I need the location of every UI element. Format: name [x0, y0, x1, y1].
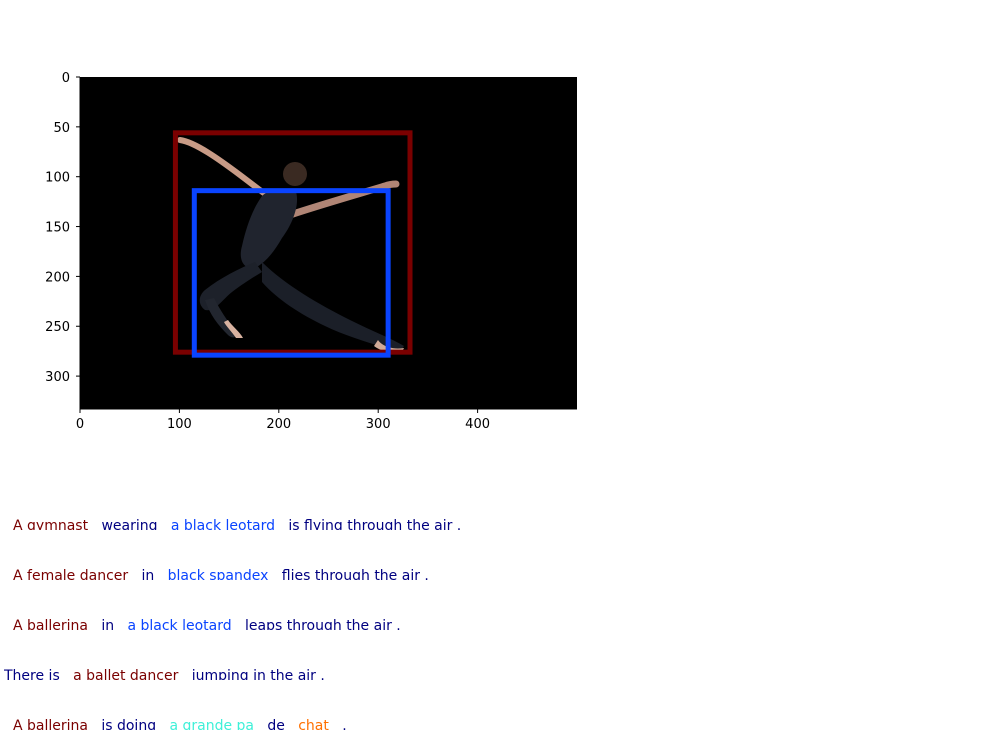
caption-segment: leaps through the air . [245, 618, 401, 630]
caption-segment: a black leotard [127, 618, 232, 630]
caption-segment: in [101, 618, 115, 630]
caption-segment: chat [298, 718, 329, 730]
caption-line-5: A ballerina is doing a grande pa de chat… [13, 718, 347, 730]
caption-segment: . [342, 718, 347, 730]
caption-line-4: There is a ballet dancer jumping in the … [4, 668, 325, 680]
caption-line-1: A gymnast wearing a black leotard is fly… [13, 518, 461, 530]
caption-segment: A ballerina [13, 718, 88, 730]
caption-segment: is doing [101, 718, 157, 730]
caption-segment: a ballet dancer [73, 668, 179, 680]
caption-segment: A female dancer [13, 568, 129, 580]
caption-segment: black spandex [167, 568, 269, 580]
caption-list: A gymnast wearing a black leotard is fly… [0, 0, 1000, 730]
caption-line-3: A ballerina in a black leotard leaps thr… [13, 618, 401, 630]
caption-segment: a black leotard [170, 518, 276, 530]
caption-segment: There is [4, 668, 60, 680]
caption-segment: flies through the air . [281, 568, 429, 580]
caption-segment: in [141, 568, 155, 580]
caption-segment: de [267, 718, 285, 730]
caption-segment: is flying through the air . [288, 518, 462, 530]
caption-segment: wearing [101, 518, 158, 530]
caption-line-2: A female dancer in black spandex flies t… [13, 568, 429, 580]
caption-segment: A ballerina [13, 618, 88, 630]
caption-segment: jumping in the air . [191, 668, 325, 680]
caption-segment: A gymnast [13, 518, 89, 530]
caption-segment: a grande pa [169, 718, 254, 730]
